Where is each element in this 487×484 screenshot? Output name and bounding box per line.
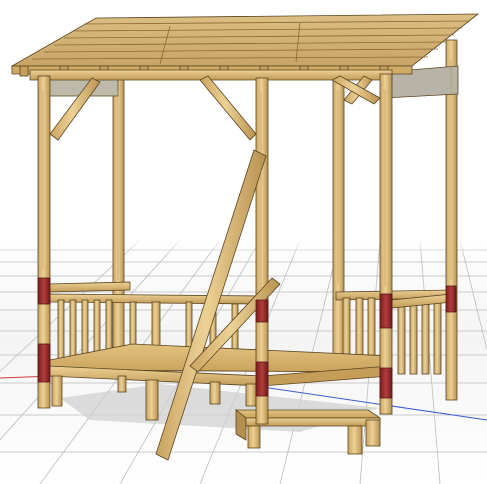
model-scene[interactable] xyxy=(0,0,487,484)
post-front-right xyxy=(379,73,393,415)
model-viewport[interactable] xyxy=(0,0,487,484)
roof xyxy=(10,13,480,81)
